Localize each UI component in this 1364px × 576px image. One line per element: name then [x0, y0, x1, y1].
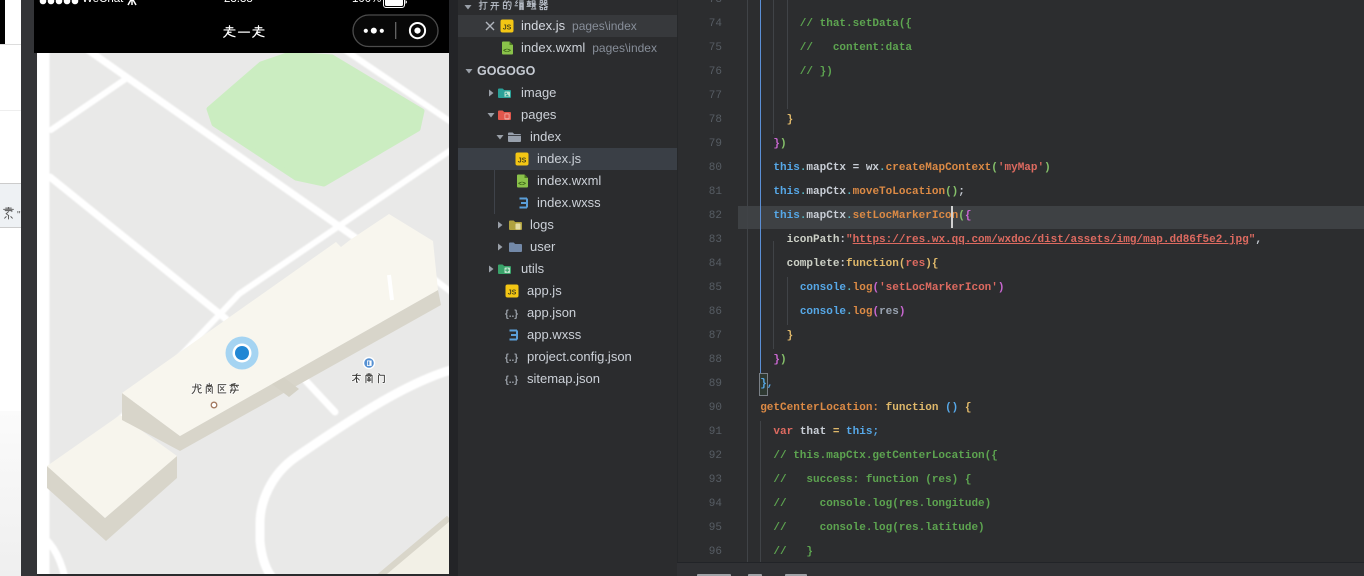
svg-text:JS: JS: [508, 290, 517, 297]
svg-text:{..}: {..}: [505, 353, 518, 364]
svg-text:<>: <>: [503, 48, 511, 55]
svg-text:<>: <>: [518, 181, 526, 188]
svg-text:{..}: {..}: [505, 375, 518, 386]
svg-text:{..}: {..}: [505, 309, 518, 320]
svg-text:JS: JS: [503, 25, 512, 32]
svg-text:JS: JS: [518, 158, 527, 165]
